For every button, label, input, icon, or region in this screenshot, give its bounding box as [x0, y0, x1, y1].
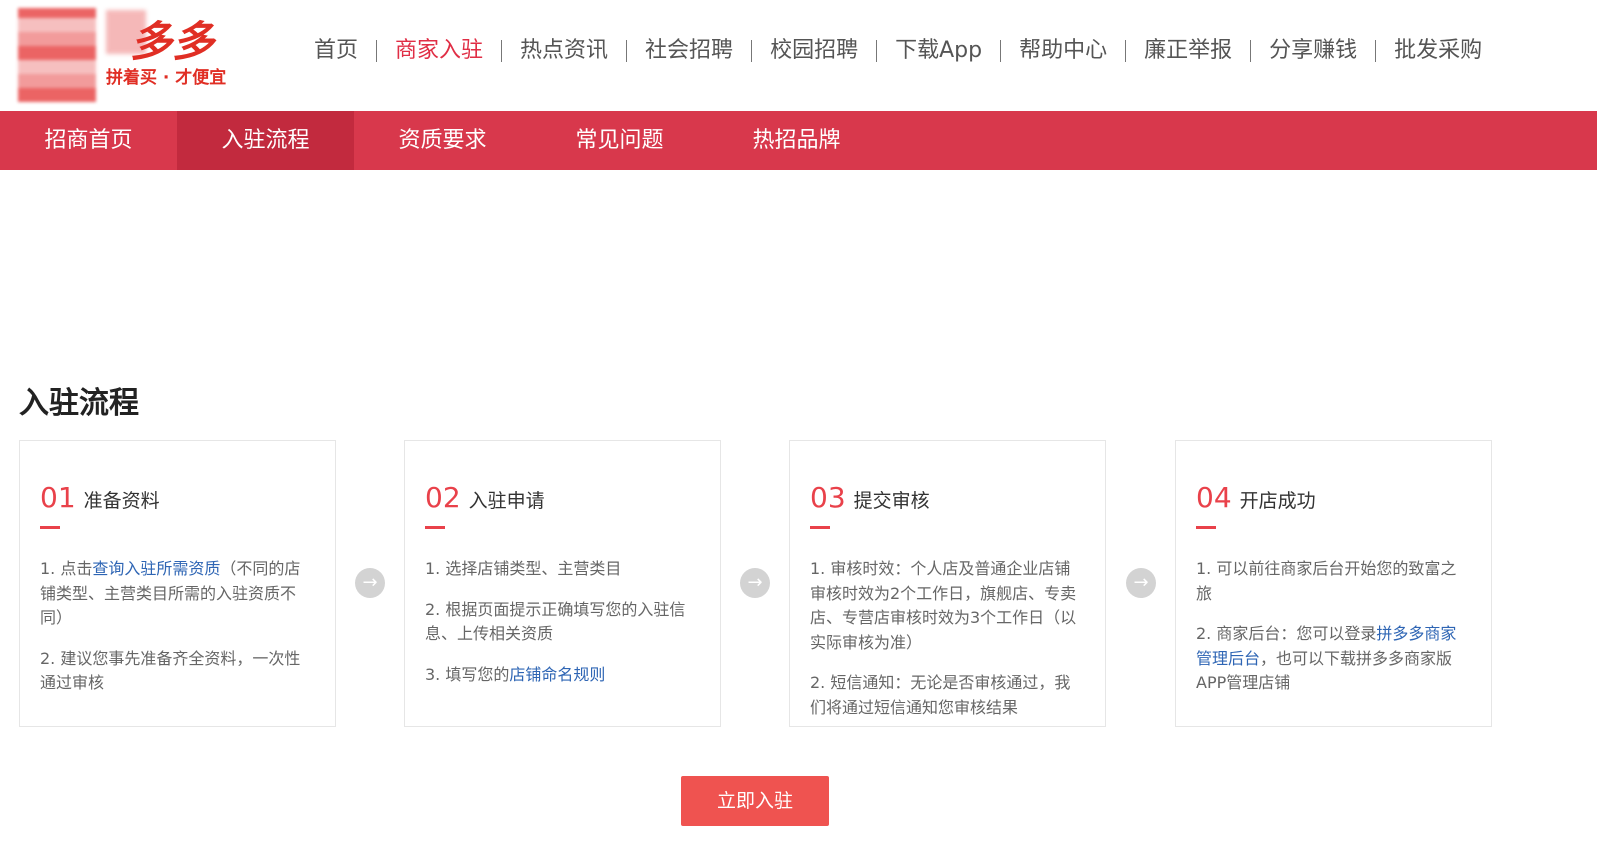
top-nav-item[interactable]: 首页 — [296, 36, 376, 66]
step-text: 1. 点击 — [40, 559, 93, 578]
step-description-item: 1. 选择店铺类型、主营类目 — [425, 557, 700, 582]
step-description-item: 1. 点击查询入驻所需资质（不同的店铺类型、主营类目所需的入驻资质不同） — [40, 557, 315, 631]
step-description-item: 2. 短信通知：无论是否审核通过，我们将通过短信通知您审核结果 — [810, 671, 1085, 720]
step-card-header: 02 入驻申请 — [425, 481, 700, 514]
step-description-item: 2. 商家后台：您可以登录拼多多商家管理后台，也可以下载拼多多商家版APP管理店… — [1196, 622, 1471, 696]
step-text: 3. 填写您的 — [425, 664, 510, 684]
step-card: 03 提交审核 1. 审核时效：个人店及普通企业店铺审核时效为2个工作日，旗舰店、专… — [789, 440, 1106, 727]
apply-now-button[interactable]: 立即入驻 — [681, 776, 829, 826]
step-underline — [40, 526, 60, 529]
step-text: 1. 选择店铺类型、主营类目 — [425, 559, 622, 578]
site-header: 多多 拼着买 · 才便宜 首页 商家入驻 热点资讯 社会招聘 校园招聘 下载App 帮助中心… — [0, 0, 1597, 111]
step-card-header: 03 提交审核 — [810, 481, 1085, 514]
arrow-right-circle-icon: → — [355, 568, 385, 598]
top-nav-item[interactable]: 批发采购 — [1376, 36, 1500, 66]
step-underline — [810, 526, 830, 529]
step-text: 2. 建议您事先准备齐全资料，一次性通过审核 — [40, 648, 301, 693]
sub-nav-tab[interactable]: 常见问题 — [531, 111, 708, 170]
top-nav-item[interactable]: 校园招聘 — [752, 36, 876, 66]
step-underline — [425, 526, 445, 529]
step-number: 02 — [425, 481, 461, 514]
logo-text[interactable]: 多多 — [130, 8, 214, 69]
step-underline — [1196, 526, 1216, 529]
top-nav-item[interactable]: 社会招聘 — [627, 36, 751, 66]
step-text: 1. 可以前往商家后台开始您的致富之旅 — [1196, 559, 1457, 603]
arrow-right-circle-icon: → — [1126, 568, 1156, 598]
step-title: 开店成功 — [1239, 490, 1316, 512]
sub-nav-bar: 招商首页 入驻流程 资质要求 常见问题 热招品牌 — [0, 111, 1597, 170]
step-card-header: 01 准备资料 — [40, 481, 315, 514]
step-link[interactable]: 查询入驻所需资质 — [92, 559, 220, 578]
step-number: 03 — [810, 481, 846, 514]
sub-nav-tab[interactable]: 入驻流程 — [177, 111, 354, 170]
step-title: 准备资料 — [83, 490, 160, 512]
top-nav: 首页 商家入驻 热点资讯 社会招聘 校园招聘 下载App 帮助中心 廉正举报 分享赚钱 批发采购 — [296, 34, 1500, 68]
sub-nav-tab[interactable]: 资质要求 — [354, 111, 531, 170]
top-nav-item[interactable]: 帮助中心 — [1001, 36, 1125, 66]
top-nav-item[interactable]: 热点资讯 — [502, 36, 626, 66]
step-description-item: 2. 建议您事先准备齐全资料，一次性通过审核 — [40, 647, 315, 696]
arrow-right-circle-icon: → — [740, 568, 770, 598]
top-nav-item[interactable]: 廉正举报 — [1126, 36, 1250, 66]
logo-slogan: 拼着买 · 才便宜 — [106, 68, 227, 88]
top-nav-item[interactable]: 下载App — [877, 36, 1000, 66]
step-number: 04 — [1196, 481, 1232, 514]
step-card: 01 准备资料 1. 点击查询入驻所需资质（不同的店铺类型、主营类目所需的入驻资质不… — [19, 440, 336, 727]
step-text: 2. 根据页面提示正确填写您的入驻信息、上传相关资质 — [425, 599, 686, 644]
sub-nav-tab[interactable]: 热招品牌 — [708, 111, 885, 170]
step-description-item: 1. 审核时效：个人店及普通企业店铺审核时效为2个工作日，旗舰店、专卖店、专营店… — [810, 557, 1085, 655]
step-text: 2. 短信通知：无论是否审核通过，我们将通过短信通知您审核结果 — [810, 673, 1071, 717]
logo-image-blurred[interactable] — [18, 8, 96, 102]
sub-nav-tab[interactable]: 招商首页 — [0, 111, 177, 170]
step-card: 04 开店成功 1. 可以前往商家后台开始您的致富之旅 2. 商家后台：您可以登录拼多… — [1175, 440, 1492, 727]
step-title: 入驻申请 — [468, 490, 545, 512]
step-text: 2. 商家后台：您可以登录 — [1196, 624, 1377, 643]
step-description-item: 3. 填写您的店铺命名规则 — [425, 663, 700, 688]
step-description-item: 2. 根据页面提示正确填写您的入驻信息、上传相关资质 — [425, 598, 700, 647]
step-number: 01 — [40, 481, 76, 514]
step-link[interactable]: 店铺命名规则 — [509, 665, 605, 684]
section-title: 入驻流程 — [19, 386, 139, 421]
step-title: 提交审核 — [853, 490, 930, 512]
top-nav-item[interactable]: 商家入驻 — [377, 36, 501, 66]
step-description-item: 1. 可以前往商家后台开始您的致富之旅 — [1196, 557, 1471, 606]
step-card-header: 04 开店成功 — [1196, 481, 1471, 514]
step-card: 02 入驻申请 1. 选择店铺类型、主营类目 2. 根据页面提示正确填写您的入驻信息、… — [404, 440, 721, 727]
top-nav-item[interactable]: 分享赚钱 — [1251, 36, 1375, 66]
step-text: 1. 审核时效：个人店及普通企业店铺审核时效为2个工作日，旗舰店、专卖店、专营店… — [810, 559, 1077, 652]
